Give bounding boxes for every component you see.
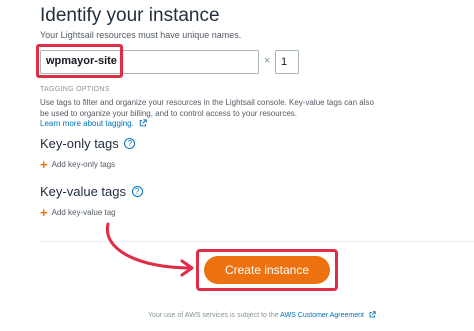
key-value-tags-heading: Key-value tags ?	[40, 184, 143, 199]
aws-customer-agreement-link[interactable]: AWS Customer Agreement	[280, 311, 376, 319]
learn-more-label: Learn more about tagging.	[40, 119, 134, 128]
footer-end: .	[377, 312, 380, 319]
add-key-value-tag-label: Add key-value tag	[51, 208, 116, 217]
external-link-icon	[139, 119, 147, 127]
instance-quantity-field[interactable]: 1	[275, 50, 299, 74]
footer-notice: Your use of AWS services is subject to t…	[148, 311, 380, 319]
instance-name-value: wpmayor-site	[46, 55, 117, 67]
add-key-only-tags-label: Add key-only tags	[51, 160, 116, 169]
create-instance-button[interactable]: Create instance	[204, 256, 330, 284]
aws-customer-agreement-label: AWS Customer Agreement	[280, 312, 364, 319]
tagging-description: Use tags to filter and organize your res…	[40, 98, 374, 118]
name-hint: Your Lightsail resources must have uniqu…	[40, 30, 242, 40]
annotation-arrow	[105, 222, 194, 277]
key-only-tags-title: Key-only tags	[40, 136, 119, 151]
plus-icon: +	[40, 157, 48, 172]
page-title: Identify your instance	[40, 5, 220, 26]
learn-more-tagging-link[interactable]: Learn more about tagging.	[40, 119, 147, 128]
key-value-tags-title: Key-value tags	[40, 184, 126, 199]
footer-text: Your use of AWS services is subject to t…	[148, 312, 279, 319]
key-only-tags-heading: Key-only tags ?	[40, 136, 136, 151]
add-key-only-tags-link[interactable]: + Add key-only tags	[40, 157, 115, 172]
times-symbol: ×	[264, 55, 271, 67]
plus-icon: +	[40, 205, 48, 220]
tagging-options-label: TAGGING OPTIONS	[40, 86, 110, 93]
add-key-value-tag-link[interactable]: + Add key-value tag	[40, 205, 116, 220]
help-icon[interactable]: ?	[131, 186, 143, 197]
help-icon[interactable]: ?	[124, 138, 136, 149]
external-link-icon	[369, 311, 376, 318]
